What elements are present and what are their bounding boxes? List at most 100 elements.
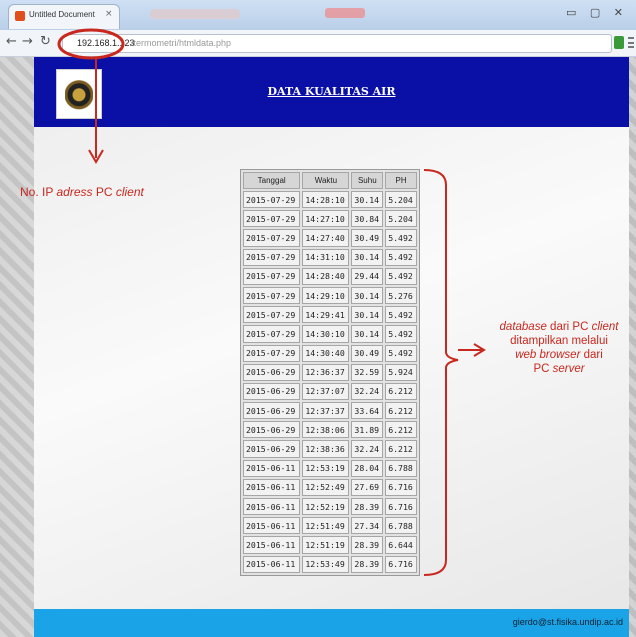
table-row: 2015-06-29 12:38:36 32.24 6.212 xyxy=(243,440,417,458)
table-cell: 2015-07-29 xyxy=(243,286,301,305)
table-cell: 6.788 xyxy=(385,517,417,535)
tab-title: Untitled Document xyxy=(29,10,95,19)
table-row: 2015-07-29 14:30:10 30.14 5.492 xyxy=(243,325,417,343)
url-ip: 192.168.1.123 xyxy=(77,38,135,48)
close-tab-icon[interactable]: × xyxy=(105,9,113,19)
page-title[interactable]: DATA KUALITAS AIR xyxy=(34,85,629,98)
table-row: 2015-07-29 14:31:10 30.14 5.492 xyxy=(243,248,417,266)
table-cell: 2015-06-29 xyxy=(243,363,301,381)
blurred-tab[interactable] xyxy=(150,9,240,19)
table-cell: 12:53:19 xyxy=(302,459,350,477)
table-cell: 2015-06-11 xyxy=(243,536,301,554)
table-cell: 5.492 xyxy=(385,229,417,247)
table-cell: 30.14 xyxy=(351,306,384,324)
table-cell: 30.14 xyxy=(351,286,384,305)
table-header-row: Tanggal Waktu Suhu PH xyxy=(243,172,417,189)
blurred-tab[interactable] xyxy=(325,8,365,18)
table-row: 2015-07-29 14:28:10 30.14 5.204 xyxy=(243,191,417,209)
table-cell: 14:27:40 xyxy=(302,229,350,247)
table-row: 2015-06-29 12:37:07 32.24 6.212 xyxy=(243,382,417,401)
table-cell: 5.204 xyxy=(385,210,417,228)
table-cell: 2015-07-29 xyxy=(243,344,301,362)
table-cell: 2015-07-29 xyxy=(243,248,301,266)
browser-navbar: ← → ↻ 192.168.1.123 /termometri/htmldata… xyxy=(0,30,636,57)
table-cell: 12:38:06 xyxy=(302,421,350,439)
table-cell: 6.212 xyxy=(385,382,417,401)
table-row: 2015-06-29 12:38:06 31.89 6.212 xyxy=(243,421,417,439)
table-cell: 28.39 xyxy=(351,498,384,516)
table-cell: 5.204 xyxy=(385,191,417,209)
table-cell: 2015-06-29 xyxy=(243,382,301,401)
table-row: 2015-07-29 14:27:10 30.84 5.204 xyxy=(243,210,417,228)
table-cell: 2015-06-11 xyxy=(243,517,301,535)
column-header: Tanggal xyxy=(243,172,301,189)
table-cell: 6.788 xyxy=(385,459,417,477)
table-row: 2015-06-11 12:51:49 27.34 6.788 xyxy=(243,517,417,535)
table-cell: 5.492 xyxy=(385,325,417,343)
table-cell: 2015-07-29 xyxy=(243,325,301,343)
table-cell: 30.49 xyxy=(351,344,384,362)
extension-icon[interactable] xyxy=(614,36,624,49)
table-row: 2015-07-29 14:30:40 30.49 5.492 xyxy=(243,344,417,362)
table-cell: 12:36:37 xyxy=(302,363,350,381)
table-cell: 2015-06-11 xyxy=(243,555,301,573)
table-row: 2015-06-11 12:53:49 28.39 6.716 xyxy=(243,555,417,573)
table-cell: 2015-07-29 xyxy=(243,306,301,324)
table-cell: 14:30:10 xyxy=(302,325,350,343)
window-controls[interactable]: ▭ ▢ ✕ xyxy=(566,6,628,19)
table-cell: 2015-06-29 xyxy=(243,440,301,458)
address-bar[interactable]: 192.168.1.123 /termometri/htmldata.php xyxy=(62,34,612,53)
table-cell: 6.644 xyxy=(385,536,417,554)
table-cell: 32.59 xyxy=(351,363,384,381)
table-cell: 5.492 xyxy=(385,248,417,266)
table-cell: 12:51:19 xyxy=(302,536,350,554)
page-header: DATA KUALITAS AIR xyxy=(34,57,629,127)
table-cell: 2015-07-29 xyxy=(243,229,301,247)
browser-tab[interactable]: Untitled Document × xyxy=(8,4,120,29)
table-cell: 2015-06-29 xyxy=(243,421,301,439)
table-cell: 33.64 xyxy=(351,402,384,420)
column-header: Suhu xyxy=(351,172,384,189)
table-row: 2015-06-11 12:53:19 28.04 6.788 xyxy=(243,459,417,477)
table-cell: 12:52:49 xyxy=(302,478,350,496)
table-row: 2015-07-29 14:28:40 29.44 5.492 xyxy=(243,267,417,285)
table-row: 2015-06-29 12:36:37 32.59 5.924 xyxy=(243,363,417,381)
table-cell: 28.39 xyxy=(351,536,384,554)
column-header: PH xyxy=(385,172,417,189)
back-arrow-icon[interactable]: ← xyxy=(6,34,17,49)
table-cell: 14:30:40 xyxy=(302,344,350,362)
table-cell: 12:51:49 xyxy=(302,517,350,535)
column-header: Waktu xyxy=(302,172,350,189)
table-row: 2015-07-29 14:29:41 30.14 5.492 xyxy=(243,306,417,324)
table-row: 2015-07-29 14:29:10 30.14 5.276 xyxy=(243,286,417,305)
footer-email: gierdo@st.fisika.undip.ac.id xyxy=(512,617,623,627)
page-favicon-icon xyxy=(15,11,25,21)
table-cell: 31.89 xyxy=(351,421,384,439)
table-cell: 6.212 xyxy=(385,421,417,439)
table-row: 2015-06-11 12:52:49 27.69 6.716 xyxy=(243,478,417,496)
table-cell: 2015-06-11 xyxy=(243,478,301,496)
table-cell: 30.14 xyxy=(351,248,384,266)
table-cell: 14:28:40 xyxy=(302,267,350,285)
forward-arrow-icon[interactable]: → xyxy=(22,34,33,49)
table-cell: 5.492 xyxy=(385,267,417,285)
page-footer: gierdo@st.fisika.undip.ac.id xyxy=(34,609,629,637)
water-quality-table: Tanggal Waktu Suhu PH 2015-07-29 14:28:10… xyxy=(240,169,420,576)
table-cell: 14:29:41 xyxy=(302,306,350,324)
table-cell: 32.24 xyxy=(351,440,384,458)
reload-icon[interactable]: ↻ xyxy=(40,34,51,49)
menu-icon[interactable] xyxy=(628,37,634,48)
table-cell: 30.14 xyxy=(351,191,384,209)
table-cell: 6.716 xyxy=(385,478,417,496)
table-cell: 6.212 xyxy=(385,402,417,420)
table-cell: 12:37:07 xyxy=(302,382,350,401)
table-cell: 14:28:10 xyxy=(302,191,350,209)
table-cell: 6.716 xyxy=(385,555,417,573)
table-cell: 2015-07-29 xyxy=(243,191,301,209)
table-cell: 5.924 xyxy=(385,363,417,381)
table-row: 2015-07-29 14:27:40 30.49 5.492 xyxy=(243,229,417,247)
table-cell: 14:29:10 xyxy=(302,286,350,305)
table-cell: 5.276 xyxy=(385,286,417,305)
table-cell: 5.492 xyxy=(385,344,417,362)
table-cell: 14:27:10 xyxy=(302,210,350,228)
